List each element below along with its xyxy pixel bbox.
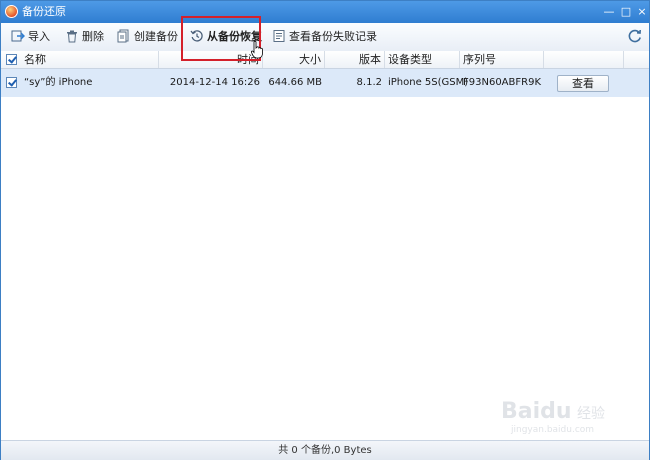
column-header-name[interactable]: 名称 <box>21 51 159 68</box>
table-row[interactable]: “sy”的 iPhone 2014-12-14 16:26 644.66 MB … <box>1 69 649 97</box>
log-icon <box>272 29 286 43</box>
delete-button[interactable]: 删除 <box>65 28 104 46</box>
column-header-device-type[interactable]: 设备类型 <box>385 51 460 68</box>
mouse-cursor-icon <box>250 40 263 59</box>
backup-serial: F93N60ABFR9K <box>463 77 542 88</box>
select-all-cell <box>1 51 21 68</box>
backup-list-empty-area <box>1 97 649 440</box>
refresh-icon[interactable] <box>627 28 643 44</box>
fail-log-label: 查看备份失败记录 <box>289 30 377 43</box>
delete-label: 删除 <box>82 30 104 43</box>
column-header-version[interactable]: 版本 <box>325 51 385 68</box>
backup-size: 644.66 MB <box>268 77 322 88</box>
close-button[interactable]: × <box>634 4 650 20</box>
backup-version: 8.1.2 <box>356 77 382 88</box>
minimize-button[interactable]: — <box>601 4 617 20</box>
history-icon <box>190 29 204 43</box>
column-header-size[interactable]: 大小 <box>263 51 325 68</box>
title-bar[interactable]: 备份还原 — □ × <box>1 1 649 23</box>
backup-device-type: iPhone 5S(GSM) <box>388 77 469 88</box>
create-backup-label: 创建备份 <box>134 30 178 43</box>
column-header-action <box>544 51 624 68</box>
status-bar: 共 0 个备份,0 Bytes <box>1 440 649 460</box>
table-header: 名称 时间 大小 版本 设备类型 序列号 <box>1 51 649 69</box>
app-logo-icon <box>5 5 18 18</box>
create-backup-button[interactable]: 创建备份 <box>117 28 178 46</box>
backup-restore-window: 备份还原 — □ × 导入 删除 创建备份 从备份恢复 查看备份失败记录 名称 … <box>0 0 650 460</box>
import-label: 导入 <box>28 30 50 43</box>
create-backup-icon <box>117 29 131 43</box>
window-title: 备份还原 <box>22 5 66 18</box>
trash-icon <box>65 29 79 43</box>
column-header-time[interactable]: 时间 <box>159 51 263 68</box>
column-header-serial[interactable]: 序列号 <box>460 51 544 68</box>
import-button[interactable]: 导入 <box>11 28 50 46</box>
select-all-checkbox[interactable] <box>6 54 17 65</box>
view-fail-log-button[interactable]: 查看备份失败记录 <box>272 28 377 46</box>
toolbar: 导入 删除 创建备份 从备份恢复 查看备份失败记录 <box>1 23 649 52</box>
maximize-button[interactable]: □ <box>618 4 634 20</box>
row-checkbox[interactable] <box>6 77 17 88</box>
backup-name: “sy”的 iPhone <box>24 77 93 88</box>
import-icon <box>11 29 25 43</box>
backup-time: 2014-12-14 16:26 <box>169 77 260 88</box>
view-button[interactable]: 查看 <box>557 75 609 92</box>
